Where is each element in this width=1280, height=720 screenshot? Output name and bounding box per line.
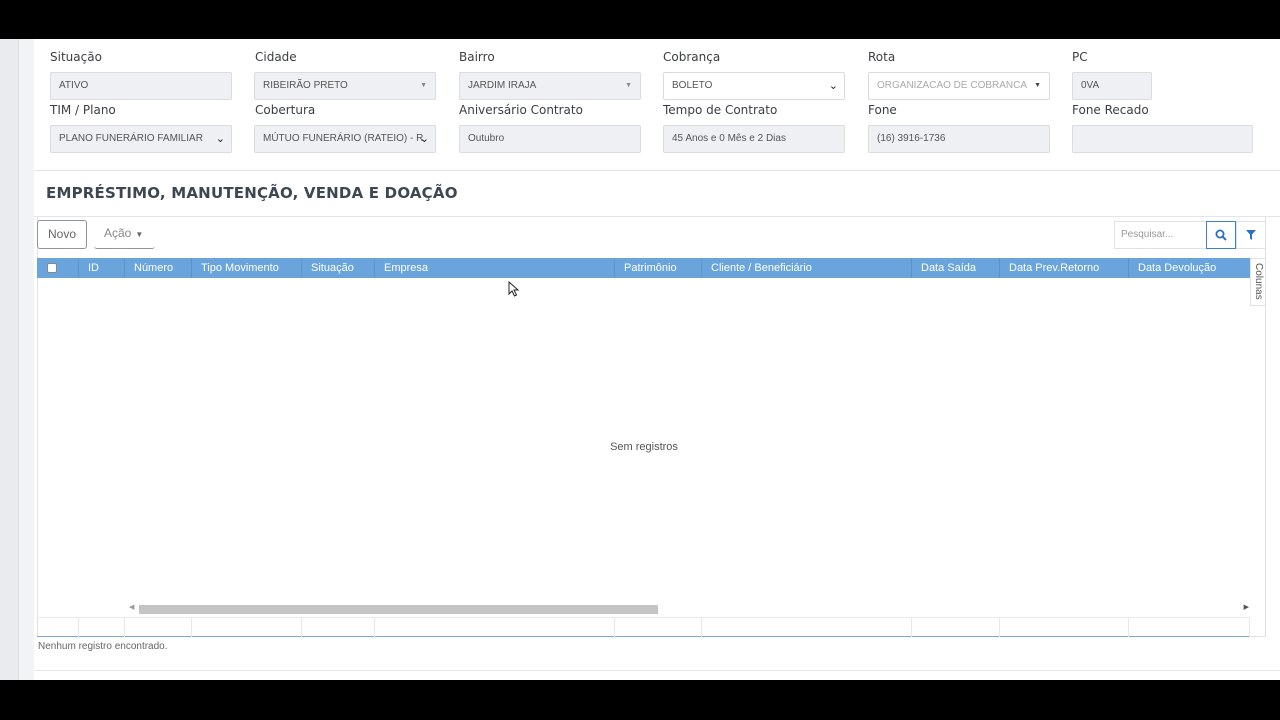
chevron-down-icon: ⌄: [215, 133, 225, 145]
filter-button[interactable]: [1236, 221, 1266, 249]
footer-cell: [912, 618, 1000, 637]
cobranca-label: Cobrança: [663, 50, 721, 64]
column-header-data-saida[interactable]: Data Saída: [912, 258, 1000, 278]
column-header-tipo-movimento[interactable]: Tipo Movimento: [192, 258, 302, 278]
grid-footer-row: [37, 617, 1250, 637]
colunas-side-tab[interactable]: Colunas: [1250, 258, 1266, 306]
scroll-left-icon[interactable]: ◀: [129, 603, 134, 611]
tim-plano-select[interactable]: PLANO FUNERÁRIO FAMILIAR ⌄: [50, 125, 232, 153]
acao-dropdown-button[interactable]: Ação ▼: [94, 220, 155, 249]
tim-plano-label: TIM / Plano: [50, 103, 116, 117]
footer-cell: [702, 618, 912, 637]
cobranca-value: BOLETO: [672, 80, 713, 91]
column-header-id[interactable]: ID: [79, 258, 125, 278]
colunas-label: Colunas: [1253, 263, 1264, 300]
column-header-patrimonio[interactable]: Patrimônio: [615, 258, 702, 278]
cidade-label: Cidade: [255, 50, 297, 64]
chevron-down-icon: ⌄: [828, 80, 838, 92]
horizontal-scrollbar[interactable]: ◀ ▶: [127, 603, 1249, 615]
grid-status-text: Nenhum registro encontrado.: [38, 641, 168, 652]
column-header-cliente-beneficiario[interactable]: Cliente / Beneficiário: [702, 258, 912, 278]
situacao-value: ATIVO: [59, 80, 89, 91]
content-area: Situação Cidade Bairro Cobrança Rota PC …: [34, 39, 1280, 680]
section-title: EMPRÉSTIMO, MANUTENÇÃO, VENDA E DOAÇÃO: [46, 184, 458, 202]
bairro-label: Bairro: [459, 50, 495, 64]
left-sidebar-strip: [0, 39, 19, 680]
caret-down-icon: ▼: [135, 230, 144, 239]
pc-field[interactable]: 0VA: [1072, 72, 1152, 100]
footer-cell: [79, 618, 125, 637]
header-select-all: [37, 258, 79, 278]
dropdown-arrow-icon: ▼: [1034, 82, 1041, 89]
bottom-divider: [34, 670, 1280, 671]
footer-cell: [37, 618, 79, 637]
footer-cell: [615, 618, 702, 637]
dropdown-arrow-icon: ▼: [625, 82, 632, 89]
dropdown-arrow-icon: ▼: [420, 82, 427, 89]
app-viewport: Situação Cidade Bairro Cobrança Rota PC …: [0, 39, 1280, 680]
fone-label: Fone: [868, 103, 897, 117]
footer-cell: [375, 618, 615, 637]
aniversario-field[interactable]: Outubro: [459, 125, 641, 153]
column-header-data-devolucao[interactable]: Data Devolução: [1129, 258, 1250, 278]
rota-select[interactable]: ORGANIZACAO DE COBRANCA ▼: [868, 72, 1050, 100]
fone-recado-field[interactable]: [1072, 125, 1253, 153]
search-icon: [1215, 229, 1227, 241]
cidade-value: RIBEIRÃO PRETO: [263, 80, 348, 91]
footer-cell: [302, 618, 375, 637]
footer-cell: [1129, 618, 1250, 637]
empty-message: Sem registros: [610, 441, 678, 453]
tempo-contrato-value: 45 Anos e 0 Mês e 2 Dias: [672, 133, 786, 144]
chevron-down-icon: ⌄: [419, 133, 429, 145]
fone-value: (16) 3916-1736: [877, 133, 946, 144]
fone-field[interactable]: (16) 3916-1736: [868, 125, 1050, 153]
situacao-field[interactable]: ATIVO: [50, 72, 232, 100]
column-header-data-prev-retorno[interactable]: Data Prev.Retorno: [1000, 258, 1129, 278]
bairro-value: JARDIM IRAJA: [468, 80, 537, 91]
fone-recado-label: Fone Recado: [1072, 103, 1149, 117]
acao-label: Ação: [104, 226, 132, 240]
tempo-contrato-label: Tempo de Contrato: [663, 103, 778, 117]
aniversario-value: Outubro: [468, 133, 505, 144]
table-panel: [37, 217, 1266, 637]
column-header-empresa[interactable]: Empresa: [375, 258, 615, 278]
rota-label: Rota: [868, 50, 896, 64]
pc-label: PC: [1072, 50, 1088, 64]
footer-cell: [125, 618, 192, 637]
section-divider: [34, 170, 1280, 171]
rota-value: ORGANIZACAO DE COBRANCA: [877, 80, 1028, 91]
footer-cell: [1000, 618, 1129, 637]
bairro-select[interactable]: JARDIM IRAJA ▼: [459, 72, 641, 100]
scrollbar-thumb[interactable]: [139, 605, 658, 614]
cobranca-select[interactable]: BOLETO ⌄: [663, 72, 845, 100]
mouse-pointer-icon: [508, 281, 520, 297]
select-all-checkbox[interactable]: [47, 263, 57, 273]
situacao-label: Situação: [50, 50, 102, 64]
aniversario-label: Aniversário Contrato: [459, 103, 583, 117]
column-header-numero[interactable]: Número: [125, 258, 192, 278]
cobertura-label: Cobertura: [255, 103, 316, 117]
scroll-right-icon[interactable]: ▶: [1244, 603, 1249, 611]
tim-plano-value: PLANO FUNERÁRIO FAMILIAR: [59, 133, 203, 144]
pc-value: 0VA: [1081, 80, 1100, 91]
novo-button[interactable]: Novo: [37, 220, 87, 249]
footer-cell: [192, 618, 302, 637]
search-button[interactable]: [1206, 221, 1236, 249]
tempo-contrato-field[interactable]: 45 Anos e 0 Mês e 2 Dias: [663, 125, 845, 153]
column-header-situacao[interactable]: Situação: [302, 258, 375, 278]
search-input[interactable]: Pesquisar...: [1114, 221, 1206, 249]
filter-icon: [1246, 230, 1256, 240]
cidade-select[interactable]: RIBEIRÃO PRETO ▼: [254, 72, 436, 100]
grid-header: ID Número Tipo Movimento Situação Empres…: [37, 258, 1250, 278]
cobertura-select[interactable]: MÚTUO FUNERÁRIO (RATEIO) - R ⌄: [254, 125, 436, 153]
cobertura-value: MÚTUO FUNERÁRIO (RATEIO) - R: [263, 133, 424, 144]
